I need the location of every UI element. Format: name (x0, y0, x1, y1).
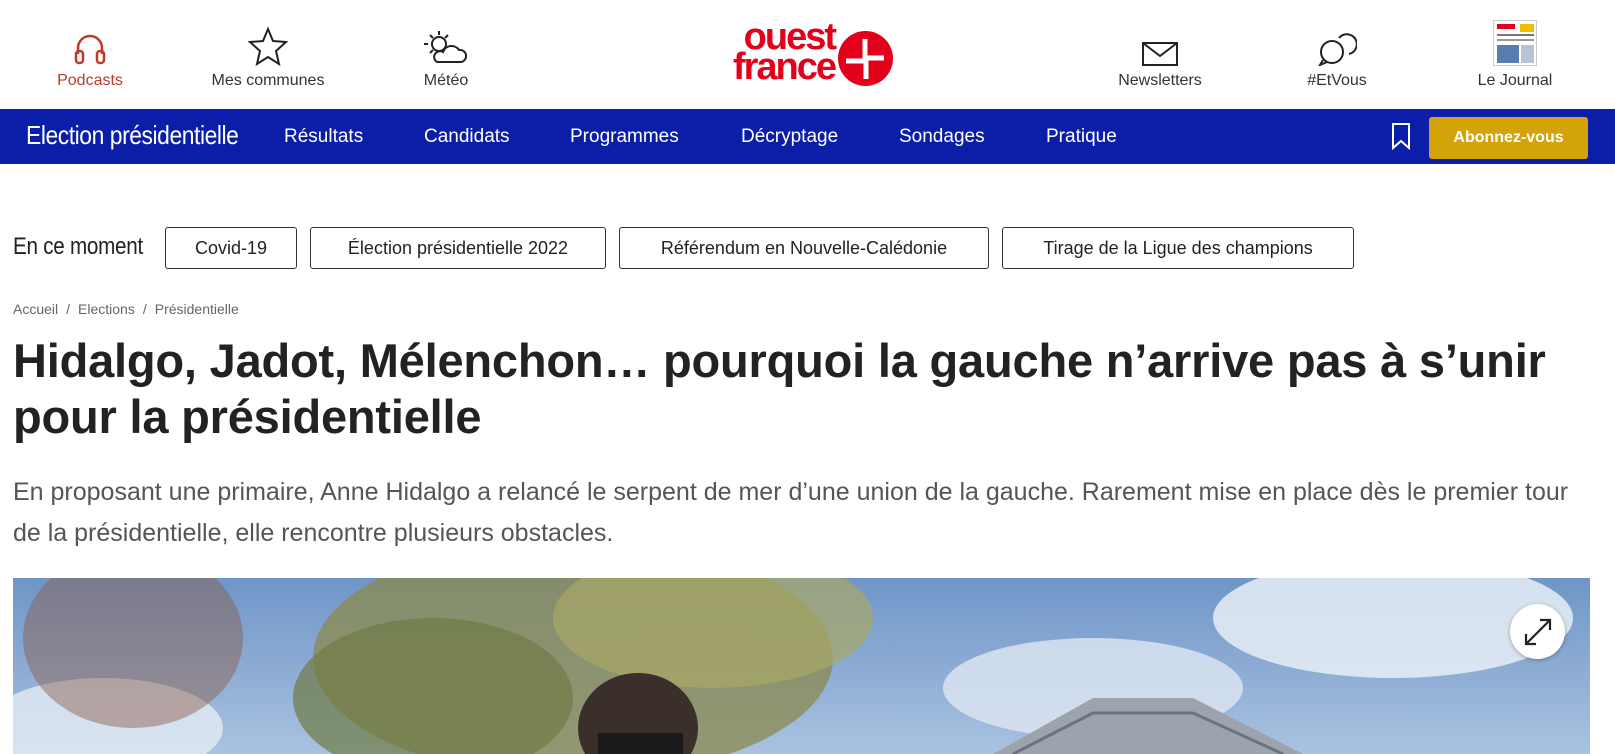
article-lead: En proposant une primaire, Anne Hidalgo … (13, 478, 1569, 547)
podcasts-label: Podcasts (57, 72, 123, 89)
article-title: Hidalgo, Jadot, Mélenchon… pourquoi la g… (13, 334, 1546, 443)
newspaper-thumbnail (1425, 20, 1605, 66)
nav-link-pratique[interactable]: Pratique (1046, 126, 1117, 148)
podcasts-link[interactable]: Podcasts (0, 24, 180, 90)
breadcrumb: Accueil / Elections / Présidentielle (13, 301, 239, 317)
breadcrumb-accueil[interactable]: Accueil (13, 301, 58, 317)
nav-link-candidats[interactable]: Candidats (424, 126, 510, 148)
newsletters-link[interactable]: Newsletters (1070, 24, 1250, 90)
meteo-link[interactable]: Météo (356, 24, 536, 90)
breadcrumb-presidentielle[interactable]: Présidentielle (155, 301, 239, 317)
bookmark-icon[interactable] (1391, 122, 1411, 151)
mes-communes-label: Mes communes (211, 72, 325, 89)
site-header: Podcasts Mes communes Météo ouest france… (0, 0, 1615, 109)
weather-icon (356, 24, 536, 66)
trending-label: En ce moment (13, 233, 143, 260)
etvous-label: #EtVous (1307, 72, 1367, 89)
trending-chip-covid[interactable]: Covid-19 (165, 227, 297, 269)
meteo-label: Météo (423, 72, 469, 89)
trending-chip-election[interactable]: Élection présidentielle 2022 (310, 227, 606, 269)
nav-link-resultats[interactable]: Résultats (284, 126, 363, 148)
trending-chip-ligue[interactable]: Tirage de la Ligue des champions (1002, 227, 1354, 269)
article-photo[interactable] (13, 578, 1590, 754)
le-journal-label: Le Journal (1477, 72, 1553, 89)
trending-chip-referendum[interactable]: Référendum en Nouvelle-Calédonie (619, 227, 989, 269)
section-nav: Election présidentielle Résultats Candid… (0, 109, 1615, 164)
logo-circle (838, 31, 893, 86)
section-title[interactable]: Election présidentielle (26, 120, 239, 151)
nav-link-programmes[interactable]: Programmes (570, 126, 679, 148)
fullscreen-expand-icon[interactable] (1510, 604, 1565, 659)
nav-link-decryptage[interactable]: Décryptage (741, 126, 838, 148)
headphones-icon (0, 24, 180, 66)
le-journal-link[interactable]: Le Journal (1425, 20, 1605, 90)
newsletters-label: Newsletters (1118, 72, 1202, 89)
breadcrumb-separator: / (142, 301, 147, 317)
logo-wordmark: ouest france (705, 18, 837, 88)
logo-line-2: france (732, 46, 837, 88)
star-icon (178, 24, 358, 66)
etvous-link[interactable]: #EtVous (1247, 24, 1427, 90)
chat-bubbles-icon (1247, 24, 1427, 66)
subscribe-button[interactable]: Abonnez-vous (1429, 117, 1588, 159)
nav-link-sondages[interactable]: Sondages (899, 126, 985, 148)
breadcrumb-elections[interactable]: Elections (78, 301, 135, 317)
ouest-france-logo[interactable]: ouest france (705, 18, 895, 90)
mes-communes-link[interactable]: Mes communes (178, 24, 358, 90)
breadcrumb-separator: / (66, 301, 71, 317)
envelope-icon (1070, 24, 1250, 66)
